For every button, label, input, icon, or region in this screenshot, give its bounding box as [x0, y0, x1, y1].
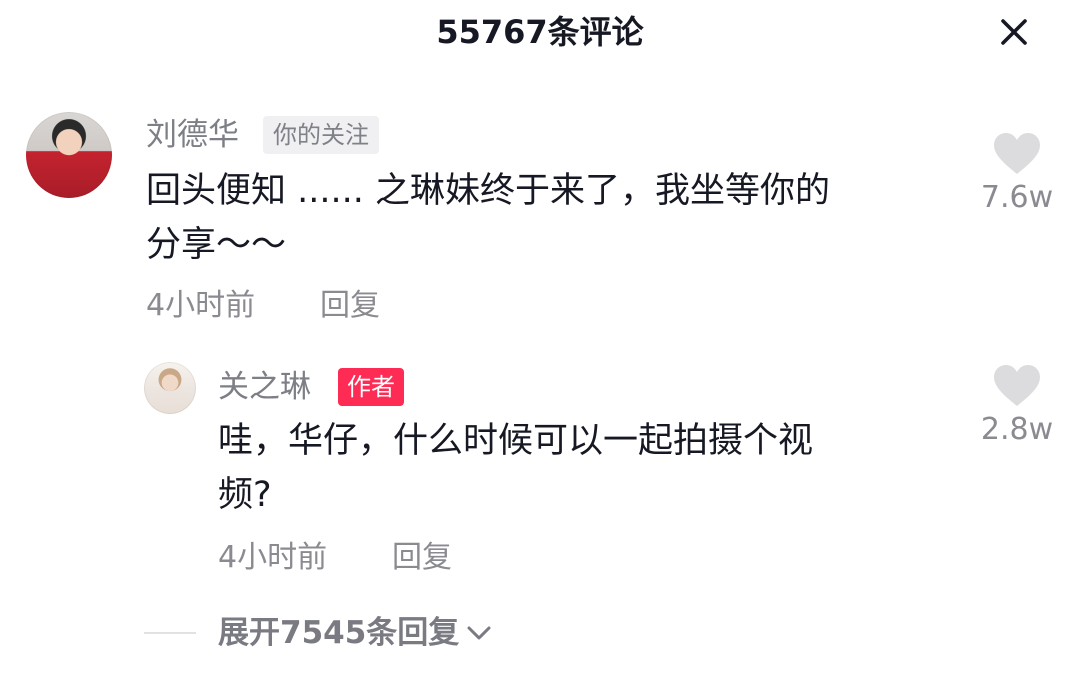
expand-replies-button[interactable]: 展开7545条回复 — [218, 612, 493, 654]
comments-count-title: 55767条评论 — [436, 13, 644, 51]
like-count: 2.8w — [980, 412, 1054, 447]
reply-text[interactable]: 哇，华仔，什么时候可以一起拍摄个视 频? — [218, 414, 958, 522]
comment-time: 4小时前 — [146, 288, 256, 323]
close-button[interactable] — [992, 10, 1036, 54]
close-icon — [1001, 19, 1027, 45]
heart-icon — [994, 133, 1040, 174]
author-badge: 作者 — [338, 368, 404, 406]
reply-username[interactable]: 关之琳 — [218, 367, 311, 407]
avatar[interactable] — [26, 112, 112, 198]
like-button[interactable]: 7.6w — [972, 132, 1062, 216]
chevron-down-icon — [467, 626, 491, 640]
heart-icon — [994, 365, 1040, 406]
reply-button[interactable]: 回复 — [392, 538, 452, 578]
expand-replies-label: 展开7545条回复 — [218, 615, 460, 651]
following-badge: 你的关注 — [263, 116, 379, 154]
comment-text[interactable]: 回头便知 ...... 之琳妹终于来了，我坐等你的 分享～～ — [146, 164, 946, 272]
like-button[interactable]: 2.8w — [972, 364, 1062, 448]
reply-button[interactable]: 回复 — [320, 286, 380, 326]
comments-panel: 55767条评论 刘德华 你的关注 回头便知 ...... 之琳妹终于来了，我坐… — [0, 0, 1080, 674]
reply-time: 4小时前 — [218, 540, 328, 575]
like-count: 7.6w — [980, 180, 1054, 215]
avatar[interactable] — [144, 362, 196, 414]
divider — [144, 632, 196, 634]
comment-username[interactable]: 刘德华 — [146, 115, 239, 155]
